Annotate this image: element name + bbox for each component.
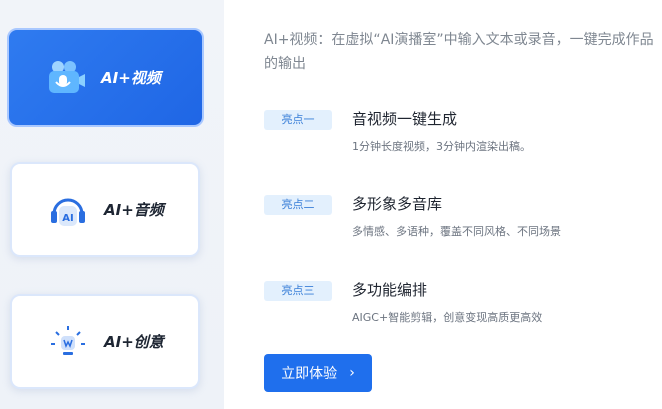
tab-ai-video[interactable]: AI+视频 bbox=[7, 28, 204, 127]
tab-label: AI+音频 bbox=[104, 201, 164, 219]
feature-panel: AI+视频：在虚拟“AI演播室”中输入文本或录音，一键完成作品的输出 亮点一 音… bbox=[224, 0, 662, 409]
feature-title: 多功能编排 bbox=[352, 281, 428, 299]
headphones-ai-icon: AI bbox=[48, 190, 88, 230]
tab-label: AI+视频 bbox=[101, 69, 161, 87]
intro-text: AI+视频：在虚拟“AI演播室”中输入文本或录音，一键完成作品的输出 bbox=[264, 32, 654, 72]
feature-title: 音视频一键生成 bbox=[352, 110, 458, 128]
feature-desc: 多情感、多语种，覆盖不同风格、不同场景 bbox=[352, 225, 561, 238]
feature-badge: 亮点三 bbox=[264, 281, 332, 301]
feature-badge: 亮点一 bbox=[264, 110, 332, 130]
feature-badge: 亮点二 bbox=[264, 195, 332, 215]
lightbulb-idea-icon bbox=[48, 322, 88, 362]
tab-label: AI+创意 bbox=[104, 333, 164, 351]
feature-desc: AIGC+智能剪辑，创意变现高质更高效 bbox=[352, 311, 543, 324]
tab-ai-creative[interactable]: AI+创意 bbox=[10, 294, 200, 389]
try-now-label: 立即体验 bbox=[281, 366, 338, 382]
video-camera-mic-icon bbox=[45, 58, 85, 98]
feature-desc: 1分钟长度视频，3分钟内渲染出稿。 bbox=[352, 140, 531, 153]
feature-title: 多形象多音库 bbox=[352, 195, 443, 213]
tab-ai-audio[interactable]: AI AI+音频 bbox=[10, 162, 200, 257]
chevron-right-icon: › bbox=[349, 365, 355, 381]
category-sidebar: AI+视频 AI AI+音频 AI+创意 bbox=[0, 0, 224, 409]
svg-text:AI: AI bbox=[62, 213, 73, 224]
try-now-button[interactable]: 立即体验 › bbox=[264, 354, 372, 392]
